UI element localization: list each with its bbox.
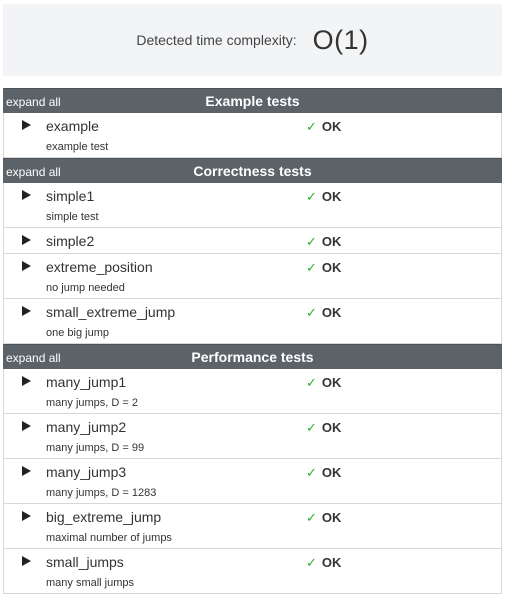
- test-row[interactable]: big_extreme_jump ✓ OK maximal number of jum…: [3, 504, 502, 549]
- status-text: OK: [321, 510, 342, 525]
- expand-arrow-icon[interactable]: [22, 376, 31, 386]
- test-status: ✓ OK: [306, 305, 341, 321]
- group-header: expand all Correctness tests: [3, 158, 502, 183]
- test-row[interactable]: simple1 ✓ OK simple test: [3, 183, 502, 228]
- test-status: ✓ OK: [306, 189, 341, 205]
- test-description: many jumps, D = 2: [46, 397, 139, 409]
- check-icon: ✓: [306, 510, 317, 525]
- test-row[interactable]: simple2 ✓ OK: [3, 228, 502, 254]
- test-row[interactable]: small_extreme_jump ✓ OK one big jump: [3, 299, 502, 344]
- status-text: OK: [321, 465, 342, 480]
- test-name: extreme_position: [46, 259, 153, 275]
- status-text: OK: [321, 189, 342, 204]
- test-name: many_jump3: [46, 464, 127, 480]
- check-icon: ✓: [306, 234, 317, 249]
- test-description: simple test: [46, 211, 99, 223]
- group-title: Performance tests: [191, 349, 314, 365]
- test-row[interactable]: example ✓ OK example test: [3, 113, 502, 158]
- test-status: ✓ OK: [306, 510, 341, 526]
- test-description: one big jump: [46, 327, 109, 339]
- complexity-label: Detected time complexity:: [136, 32, 297, 48]
- test-name: small_extreme_jump: [46, 304, 176, 320]
- test-status: ✓ OK: [306, 420, 341, 436]
- complexity-value: O(1): [312, 24, 369, 55]
- check-icon: ✓: [306, 375, 317, 390]
- status-text: OK: [321, 420, 342, 435]
- group-title: Example tests: [205, 93, 300, 109]
- test-row[interactable]: many_jump3 ✓ OK many jumps, D = 1283: [3, 459, 502, 504]
- status-text: OK: [321, 119, 342, 134]
- test-row[interactable]: many_jump2 ✓ OK many jumps, D = 99: [3, 414, 502, 459]
- status-text: OK: [321, 375, 342, 390]
- check-icon: ✓: [306, 189, 317, 204]
- status-text: OK: [321, 260, 342, 275]
- check-icon: ✓: [306, 305, 317, 320]
- test-name: big_extreme_jump: [46, 509, 162, 525]
- expand-arrow-icon[interactable]: [22, 421, 31, 431]
- expand-arrow-icon[interactable]: [22, 261, 31, 271]
- expand-arrow-icon[interactable]: [22, 466, 31, 476]
- test-name: many_jump1: [46, 374, 127, 390]
- group-header: expand all Example tests: [3, 88, 502, 113]
- group-title: Correctness tests: [193, 163, 312, 179]
- expand-arrow-icon[interactable]: [22, 120, 31, 130]
- check-icon: ✓: [306, 555, 317, 570]
- test-results: expand all Example tests example ✓ OK example…: [3, 88, 502, 594]
- expand-arrow-icon[interactable]: [22, 511, 31, 521]
- test-name: small_jumps: [46, 554, 124, 570]
- test-status: ✓ OK: [306, 465, 341, 481]
- test-description: many jumps, D = 1283: [46, 487, 157, 499]
- expand-arrow-icon[interactable]: [22, 556, 31, 566]
- test-status: ✓ OK: [306, 375, 341, 391]
- test-name: simple2: [46, 233, 95, 249]
- check-icon: ✓: [306, 465, 317, 480]
- expand-arrow-icon[interactable]: [22, 306, 31, 316]
- complexity-panel: Detected time complexity: O(1): [3, 4, 502, 76]
- test-description: no jump needed: [46, 282, 125, 294]
- expand-arrow-icon[interactable]: [22, 190, 31, 200]
- test-description: many small jumps: [46, 577, 135, 589]
- status-text: OK: [321, 234, 342, 249]
- test-status: ✓ OK: [306, 260, 341, 276]
- test-row[interactable]: small_jumps ✓ OK many small jumps: [3, 549, 502, 594]
- test-status: ✓ OK: [306, 119, 341, 135]
- test-name: example: [46, 118, 99, 134]
- test-name: simple1: [46, 188, 95, 204]
- check-icon: ✓: [306, 260, 317, 275]
- test-name: many_jump2: [46, 419, 127, 435]
- check-icon: ✓: [306, 119, 317, 134]
- test-row[interactable]: extreme_position ✓ OK no jump needed: [3, 254, 502, 299]
- check-icon: ✓: [306, 420, 317, 435]
- status-text: OK: [321, 555, 342, 570]
- test-description: example test: [46, 141, 109, 153]
- expand-arrow-icon[interactable]: [22, 235, 31, 245]
- test-status: ✓ OK: [306, 234, 341, 250]
- test-status: ✓ OK: [306, 555, 341, 571]
- test-row[interactable]: many_jump1 ✓ OK many jumps, D = 2: [3, 369, 502, 414]
- status-text: OK: [321, 305, 342, 320]
- test-description: many jumps, D = 99: [46, 442, 145, 454]
- test-description: maximal number of jumps: [46, 532, 172, 544]
- group-header: expand all Performance tests: [3, 344, 502, 369]
